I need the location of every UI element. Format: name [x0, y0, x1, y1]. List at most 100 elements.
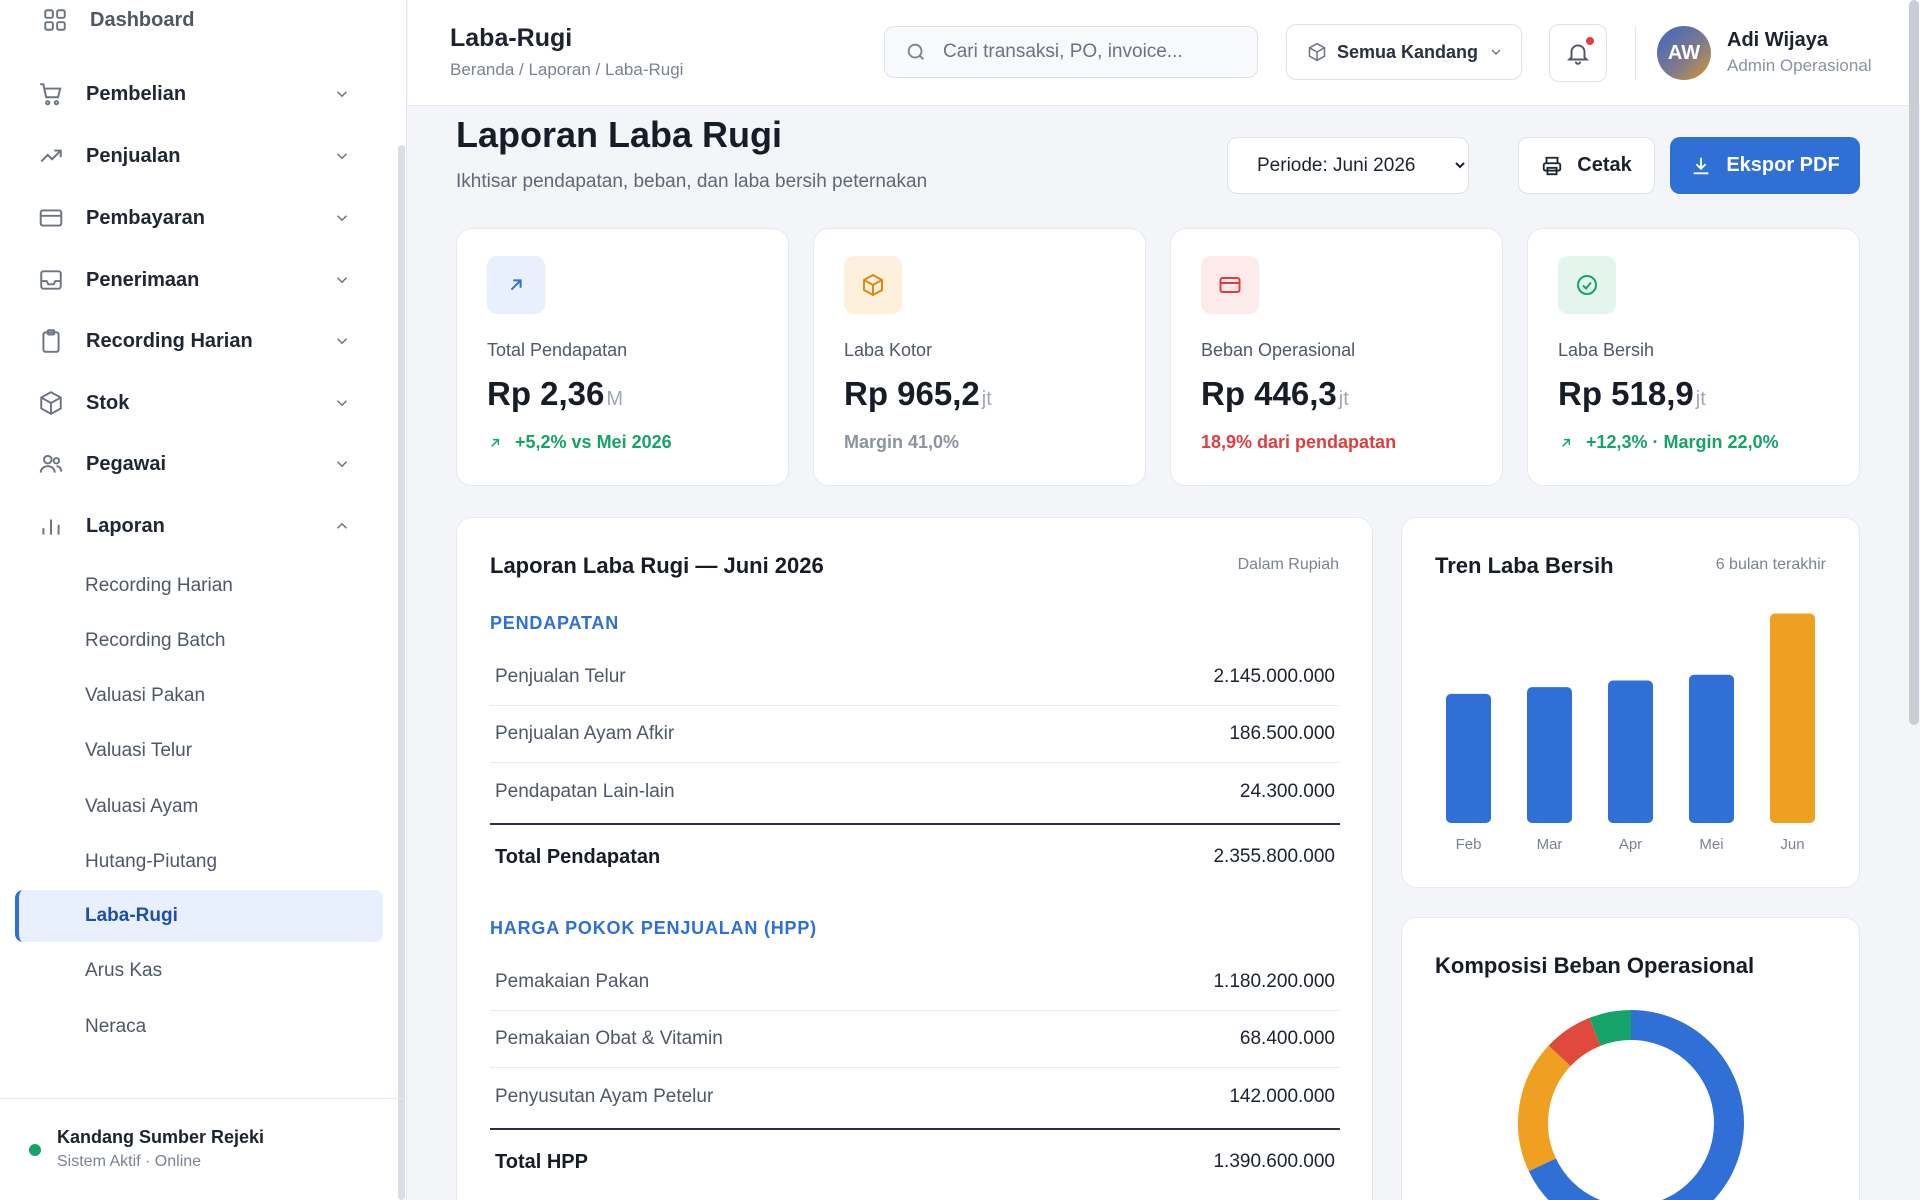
sidebar-subitem-hutang-piutang[interactable]: Hutang-Piutang	[15, 836, 383, 888]
kpi-note: +5,2% vs Mei 2026	[487, 432, 672, 453]
pl-row: Penyusutan Ayam Petelur 142.000.000	[490, 1068, 1340, 1125]
kpi-value-number: Rp 965,2	[844, 375, 980, 412]
pl-row-name: Pemakaian Obat & Vitamin	[495, 1028, 723, 1049]
x-tick-label: Feb	[1456, 836, 1482, 853]
sidebar-item-stok[interactable]: Stok	[22, 377, 372, 429]
notification-dot	[1586, 37, 1594, 45]
pl-total-value: 2.355.800.000	[1213, 846, 1335, 867]
sidebar-item-label: Stok	[86, 391, 130, 414]
sidebar-subitem-arus-kas[interactable]: Arus Kas	[15, 945, 383, 997]
kpi-note: Margin 41,0%	[844, 432, 960, 452]
notification-button[interactable]	[1549, 24, 1607, 82]
pl-row-value: 2.145.000.000	[1213, 666, 1335, 687]
pl-total-value: 1.390.600.000	[1213, 1151, 1335, 1172]
print-label: Cetak	[1577, 154, 1632, 176]
kpi-label: Laba Bersih	[1558, 340, 1655, 360]
donut-slice-2[interactable]	[1548, 1017, 1601, 1067]
donut-slice-3[interactable]	[1589, 1010, 1632, 1047]
sidebar-subitem-valuasi-pakan[interactable]: Valuasi Pakan	[15, 670, 383, 722]
search-box[interactable]	[884, 26, 1258, 78]
kpi-note: +12,3% · Margin 22,0%	[1558, 432, 1779, 453]
section-title-hpp: HARGA POKOK PENJUALAN (HPP)	[490, 918, 817, 938]
pl-row-name: Pendapatan Lain-lain	[495, 780, 675, 802]
bar-apr[interactable]	[1608, 680, 1653, 823]
bar-jun[interactable]	[1770, 613, 1815, 823]
sidebar-subitem-recording-batch[interactable]: Recording Batch	[15, 615, 383, 667]
kpi-label: Laba Kotor	[844, 340, 933, 360]
bar-mar[interactable]	[1527, 687, 1572, 823]
export-label: Ekspor PDF	[1726, 154, 1840, 176]
sidebar-item-penerimaan[interactable]: Penerimaan	[22, 254, 372, 306]
pl-total-row: Total HPP 1.390.600.000	[490, 1128, 1340, 1194]
sidebar-item-label: Recording Harian	[86, 329, 253, 352]
pl-row: Pemakaian Obat & Vitamin 68.400.000	[490, 1011, 1340, 1068]
pl-row-name: Penjualan Ayam Afkir	[495, 723, 675, 744]
kandang-selector[interactable]: Semua Kandang	[1286, 24, 1522, 80]
search-input[interactable]	[943, 41, 1243, 63]
print-button[interactable]: Cetak	[1518, 137, 1655, 194]
sidebar-subitem-laba-rugi[interactable]: Laba-Rugi	[15, 890, 383, 942]
bar-feb[interactable]	[1446, 693, 1491, 823]
composition-donut-chart	[1518, 1010, 1744, 1200]
pl-total-name: Total HPP	[495, 1150, 588, 1173]
clipboard-icon	[36, 326, 66, 356]
chevron-down-icon	[332, 146, 352, 166]
user-name[interactable]: Adi Wijaya	[1727, 29, 1828, 52]
donut-slice-1[interactable]	[1518, 1045, 1571, 1172]
chevron-down-icon	[332, 270, 352, 290]
sidebar-item-pembelian[interactable]: Pembelian	[22, 68, 372, 120]
pl-row-value: 68.400.000	[1239, 1028, 1335, 1049]
bar-chart-icon	[36, 511, 66, 541]
sidebar-subitem-valuasi-ayam[interactable]: Valuasi Ayam	[15, 781, 383, 833]
header-divider	[1635, 26, 1636, 80]
sidebar-item-pegawai[interactable]: Pegawai	[22, 438, 372, 490]
sidebar-item-laporan[interactable]: Laporan	[22, 500, 372, 552]
kpi-note-text: +12,3% · Margin 22,0%	[1586, 432, 1779, 452]
arrow-up-right-icon	[1558, 435, 1574, 451]
sidebar-item-penjualan[interactable]: Penjualan	[22, 130, 372, 182]
user-role: Admin Operasional	[1727, 56, 1872, 75]
chevron-up-icon	[332, 516, 352, 536]
section-title-pendapatan: PENDAPATAN	[490, 613, 619, 633]
export-pdf-button[interactable]: Ekspor PDF	[1670, 137, 1860, 194]
periode-select[interactable]: Periode: Juni 2026	[1227, 137, 1469, 194]
sidebar-item-dashboard[interactable]: Dashboard	[22, 0, 372, 40]
kpi-label: Beban Operasional	[1201, 340, 1356, 360]
kpi-note-text: +5,2% vs Mei 2026	[515, 432, 672, 452]
pl-row-value: 24.300.000	[1239, 780, 1335, 802]
sidebar-item-label: Pembayaran	[86, 206, 205, 229]
sidebar-item-pembayaran[interactable]: Pembayaran	[22, 192, 372, 244]
arrow-up-right-icon	[487, 256, 545, 314]
x-tick-label: Apr	[1619, 836, 1642, 853]
page-scrollbar[interactable]	[1909, 0, 1919, 725]
trending-up-icon	[36, 141, 66, 171]
kpi-value: Rp 2,36 M	[487, 375, 623, 413]
kpi-value: Rp 446,3 jt	[1201, 375, 1349, 413]
sidebar-item-label: Penerimaan	[86, 268, 200, 291]
pl-row-value: 186.500.000	[1229, 723, 1335, 744]
bar-mei[interactable]	[1689, 674, 1734, 823]
sidebar-scrollbar[interactable]	[398, 145, 405, 1200]
trend-chart-card: Tren Laba Bersih 6 bulan terakhir Feb Mar…	[1401, 517, 1860, 888]
sidebar-item-recording-harian[interactable]: Recording Harian	[22, 315, 372, 367]
sidebar-item-label: Dashboard	[90, 8, 195, 31]
kpi-card-beban-operasional: Beban Operasional Rp 446,3 jt 18,9% dari …	[1170, 228, 1503, 486]
avatar[interactable]: AW	[1657, 26, 1711, 80]
pl-row: Pendapatan Lain-lain 24.300.000	[490, 763, 1340, 820]
pl-row-name: Penjualan Telur	[495, 666, 626, 687]
x-tick-label: Jun	[1780, 836, 1804, 853]
sidebar-subitem-neraca[interactable]: Neraca	[15, 1001, 383, 1053]
x-tick-label: Mar	[1537, 836, 1563, 853]
kpi-unit: jt	[1695, 388, 1706, 410]
kpi-value-number: Rp 2,36	[487, 375, 605, 412]
pl-total-name: Total Pendapatan	[495, 845, 661, 868]
inbox-icon	[36, 265, 66, 295]
kpi-value: Rp 518,9 jt	[1558, 375, 1706, 413]
sidebar-subitem-recording-harian[interactable]: Recording Harian	[15, 560, 383, 612]
farm-name: Kandang Sumber Rejeki	[57, 1127, 265, 1147]
arrow-up-right-icon	[487, 435, 503, 451]
breadcrumb: Beranda / Laporan / Laba-Rugi	[450, 60, 684, 79]
chevron-down-icon	[1488, 44, 1504, 60]
page-subtitle: Ikhtisar pendapatan, beban, dan laba ber…	[456, 171, 928, 192]
sidebar-subitem-valuasi-telur[interactable]: Valuasi Telur	[15, 725, 383, 777]
